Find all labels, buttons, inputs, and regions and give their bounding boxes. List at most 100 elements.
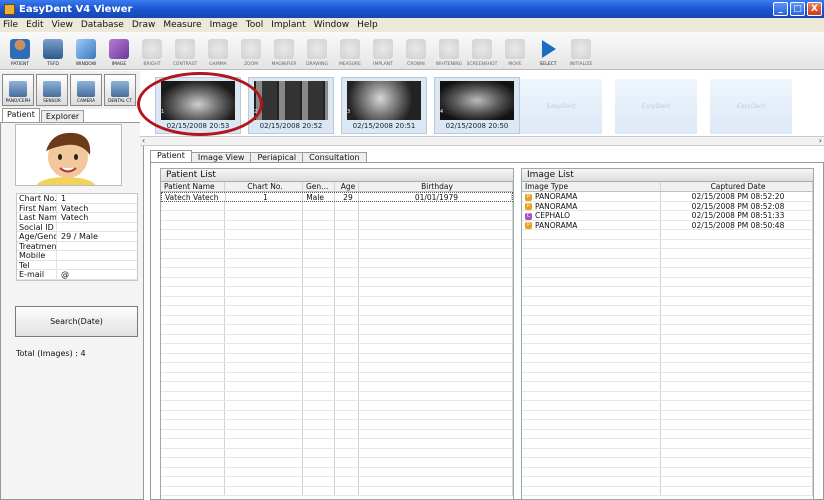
magnifier-button[interactable]: MAGNIFIER (268, 33, 300, 69)
empty-row (161, 344, 513, 354)
patient-list-title: Patient List (161, 169, 513, 182)
empty-row (522, 277, 813, 287)
menu-database[interactable]: Database (81, 20, 124, 30)
info-row-last-name: Last NameVatech (17, 213, 137, 223)
menu-image[interactable]: Image (210, 20, 238, 30)
menu-window[interactable]: Window (314, 20, 350, 30)
sensor-button[interactable]: SENSOR (36, 74, 68, 106)
image-icon (109, 39, 129, 59)
menu-draw[interactable]: Draw (132, 20, 156, 30)
menu-tool[interactable]: Tool (246, 20, 263, 30)
empty-row (522, 467, 813, 477)
empty-row (161, 401, 513, 411)
maximize-button[interactable]: □ (790, 2, 805, 16)
list-item[interactable]: P PANORAMA 02/15/2008 PM 08:52:20 (522, 192, 813, 202)
empty-row (161, 287, 513, 297)
zoom-button[interactable]: ZOOM (235, 33, 267, 69)
image-list-title: Image List (522, 169, 813, 182)
dental-ct-button[interactable]: DENTAL CT (104, 74, 136, 106)
col-birthday[interactable]: Birthday (359, 182, 513, 191)
select-button[interactable]: SELECT (532, 33, 564, 69)
thumbnail-3[interactable]: 3 02/15/2008 20:51 (341, 77, 427, 134)
scroll-right-icon[interactable]: › (819, 137, 822, 145)
thumbnail-scrollbar[interactable]: ‹ › (140, 136, 824, 146)
empty-row (161, 458, 513, 468)
highlight-circle (137, 72, 263, 136)
image-list-grid: Image List Image Type Captured Date P PAN… (521, 168, 814, 500)
list-item[interactable]: P PANORAMA 02/15/2008 PM 08:52:08 (522, 201, 813, 211)
crown-button[interactable]: CROWN (400, 33, 432, 69)
move-icon (505, 39, 525, 59)
image-button[interactable]: IMAGE (103, 33, 135, 69)
empty-row (161, 325, 513, 335)
empty-thumbnail-slot: EasyDent (615, 79, 697, 134)
table-row[interactable]: Vatech Vatech 1 Male 29 01/01/1979 (161, 192, 513, 202)
gamma-button[interactable]: GAMMA (202, 33, 234, 69)
empty-row (161, 439, 513, 449)
empty-row (522, 344, 813, 354)
empty-row (522, 486, 813, 496)
tsfd-button[interactable]: TSFD (37, 33, 69, 69)
empty-row (161, 429, 513, 439)
col-image-type[interactable]: Image Type (522, 182, 662, 191)
screenshot-button[interactable]: SCREENSHOT (466, 33, 498, 69)
move-button[interactable]: MOVE (499, 33, 531, 69)
initialize-icon (571, 39, 591, 59)
empty-row (161, 268, 513, 278)
list-item[interactable]: C CEPHALO 02/15/2008 PM 08:51:33 (522, 211, 813, 221)
drawing-button[interactable]: DRAWING (301, 33, 333, 69)
list-item[interactable]: P PANORAMA 02/15/2008 PM 08:50:48 (522, 220, 813, 230)
measure-button[interactable]: MEASURE (334, 33, 366, 69)
initialize-button[interactable]: INITIALIZE (565, 33, 597, 69)
bright-button[interactable]: BRIGHT (136, 33, 168, 69)
screenshot-icon (472, 39, 492, 59)
col-patient-name[interactable]: Patient Name (161, 182, 225, 191)
camera-button[interactable]: CAMERA (70, 74, 102, 106)
info-row-tel: Tel (17, 260, 137, 270)
panorama-icon: P (525, 193, 532, 201)
col-chart-no[interactable]: Chart No. (225, 182, 303, 191)
whitening-button[interactable]: WHITENING (433, 33, 465, 69)
window-button[interactable]: WINDOW (70, 33, 102, 69)
pano-ceph-button[interactable]: PANO/CEPH (2, 74, 34, 106)
xray-image (254, 81, 328, 120)
whitening-icon (439, 39, 459, 59)
cephalo-icon: C (525, 212, 532, 220)
tab-explorer[interactable]: Explorer (40, 110, 85, 122)
implant-button[interactable]: IMPLANT (367, 33, 399, 69)
empty-row (161, 334, 513, 344)
acquisition-bar: PANO/CEPH SENSOR CAMERA DENTAL CT (0, 71, 140, 109)
empty-thumbnail-slot: EasyDent (520, 79, 602, 134)
xray-image (347, 81, 421, 120)
window-title: EasyDent V4 Viewer (19, 3, 133, 15)
tab-patient[interactable]: Patient (2, 108, 40, 122)
col-captured-date[interactable]: Captured Date (661, 182, 813, 191)
col-gender[interactable]: Gen... (303, 182, 335, 191)
empty-row (522, 410, 813, 420)
menu-view[interactable]: View (52, 20, 73, 30)
col-age[interactable]: Age (335, 182, 359, 191)
empty-row (161, 467, 513, 477)
menu-edit[interactable]: Edit (26, 20, 43, 30)
empty-row (161, 306, 513, 316)
scroll-left-icon[interactable]: ‹ (142, 137, 145, 145)
patient-button[interactable]: PATIENT (4, 33, 36, 69)
menu-implant[interactable]: Implant (271, 20, 305, 30)
patient-info-table: Chart No.1 First NameVatech Last NameVat… (16, 193, 138, 281)
bright-icon (142, 39, 162, 59)
patient-list-grid: Patient List Patient Name Chart No. Gen.… (160, 168, 514, 500)
menu-help[interactable]: Help (357, 20, 378, 30)
contrast-button[interactable]: CONTRAST (169, 33, 201, 69)
close-button[interactable]: X (807, 2, 822, 16)
thumbnail-4[interactable]: 4 02/15/2008 20:50 (434, 77, 520, 134)
search-date-button[interactable]: Search(Date) (15, 306, 138, 337)
menu-file[interactable]: File (3, 20, 18, 30)
empty-row (161, 448, 513, 458)
minimize-button[interactable]: _ (773, 2, 788, 16)
empty-row (161, 363, 513, 373)
image-list-header: Image Type Captured Date (522, 182, 813, 192)
implant-icon (373, 39, 393, 59)
app-icon (4, 3, 15, 15)
select-icon (538, 39, 558, 59)
menu-measure[interactable]: Measure (163, 20, 201, 30)
